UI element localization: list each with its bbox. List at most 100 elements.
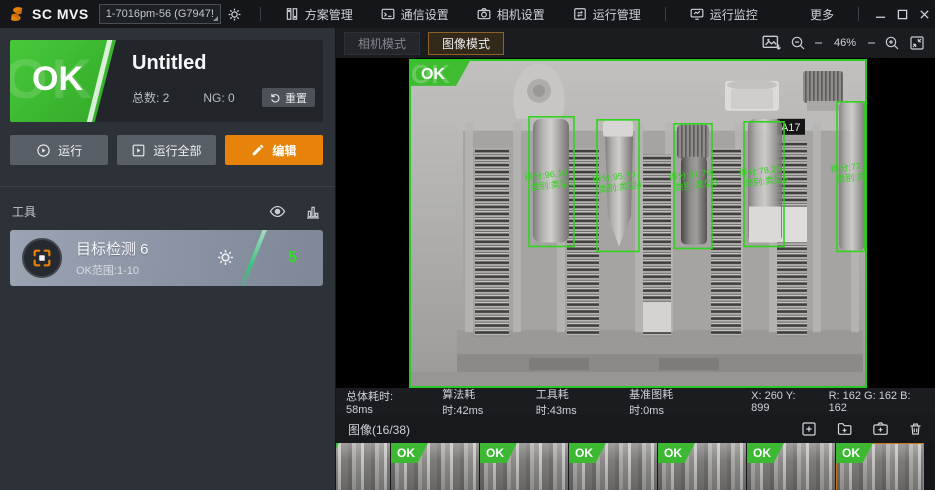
solution-title: Untitled	[132, 52, 206, 75]
tool-result-count: 5	[288, 249, 297, 267]
flag-slash	[85, 40, 114, 122]
tool-time: 工具耗时:43ms	[536, 386, 605, 418]
reference-time: 基准图耗时:0ms	[629, 386, 703, 418]
thumbnail-ok-badge: OK	[836, 443, 873, 463]
algorithm-time: 算法耗时:42ms	[442, 386, 511, 418]
menu-run-monitor[interactable]: 运行监控	[676, 0, 772, 28]
monitor-icon	[690, 7, 704, 21]
fit-to-window-icon[interactable]	[909, 35, 925, 51]
thumbnail[interactable]: OK	[336, 443, 390, 490]
more-button[interactable]: 更多	[796, 6, 848, 23]
tab-label: 图像模式	[442, 35, 490, 52]
tab-image-mode[interactable]: 图像模式	[428, 32, 504, 55]
zoom-level-value: 46%	[831, 37, 859, 49]
tube-rack: A17	[409, 119, 867, 388]
result-status: OK	[32, 60, 83, 99]
play-circle-icon	[36, 143, 51, 158]
gallery-title: 图像(16/38)	[348, 421, 410, 438]
cap-cup	[725, 80, 779, 111]
menu-label: 运行监控	[710, 6, 758, 23]
tool-icon-circle	[22, 238, 62, 278]
export-image-icon[interactable]	[762, 35, 781, 51]
thumbnail[interactable]: OK	[391, 443, 479, 490]
dropdown-corner-icon	[213, 16, 218, 21]
camera-icon	[477, 7, 491, 21]
run-all-button[interactable]: 运行全部	[117, 135, 215, 165]
total-count: 总数: 2	[132, 89, 169, 106]
edit-button[interactable]: 编辑	[225, 135, 323, 165]
run-button[interactable]: 运行	[10, 135, 108, 165]
minimize-button[interactable]	[869, 0, 891, 28]
app-logo: SC MVS	[0, 5, 99, 23]
target-detection-icon	[31, 247, 53, 269]
reset-label: 重置	[285, 90, 307, 106]
device-select[interactable]: 1-7016pm-56 (G7947!	[99, 4, 221, 24]
maximize-button[interactable]	[891, 0, 913, 28]
menu-run-management[interactable]: 运行管理	[559, 0, 655, 28]
zoom-out-icon[interactable]	[790, 35, 806, 51]
separator	[665, 7, 666, 21]
tool-settings-gear-icon[interactable]	[216, 248, 235, 267]
thumbnail-ok-badge: OK	[480, 443, 517, 463]
thumbnail[interactable]: OK	[569, 443, 657, 490]
tab-label: 相机模式	[358, 35, 406, 52]
statistics-histogram-icon[interactable]	[305, 204, 321, 220]
thumbnail-ok-badge: OK	[336, 443, 339, 463]
thumbnail[interactable]: OK	[480, 443, 568, 490]
run-management-icon	[573, 7, 587, 21]
top-bar: SC MVS 1-7016pm-56 (G7947! 方案管理 通信设置 相机设…	[0, 0, 935, 28]
menu-label: 相机设置	[497, 6, 545, 23]
tool-name: 目标检测 6	[76, 238, 149, 259]
reset-button[interactable]: 重置	[262, 88, 315, 107]
sidebar: OK OK Untitled 总数: 2 NG: 0 重置 运行	[0, 28, 335, 490]
badge-text: OK	[421, 66, 445, 83]
thumbnail-strip[interactable]: OK OK OK OK OK OK OK	[336, 443, 935, 490]
thumbnail[interactable]: OK	[747, 443, 835, 490]
thumbnail-ok-badge: OK	[747, 443, 784, 463]
gallery-header: 图像(16/38)	[336, 415, 935, 443]
pencil-icon	[251, 143, 265, 157]
menu-label: 运行管理	[593, 6, 641, 23]
result-card: OK OK Untitled 总数: 2 NG: 0 重置	[10, 40, 323, 122]
menu-label: 方案管理	[305, 6, 353, 23]
thumbnail[interactable]: OK	[658, 443, 746, 490]
thumbnail-selected[interactable]: OK	[836, 443, 924, 490]
viewer-area: 相机模式 图像模式 46%	[335, 28, 935, 490]
add-image-icon[interactable]	[801, 421, 817, 437]
device-settings-gear-icon[interactable]	[227, 7, 242, 22]
divider	[0, 186, 335, 187]
menu-camera-settings[interactable]: 相机设置	[463, 0, 559, 28]
menu-communication-settings[interactable]: 通信设置	[367, 0, 463, 28]
menu-label: 通信设置	[401, 6, 449, 23]
close-button[interactable]	[913, 0, 935, 28]
app-title: SC MVS	[32, 6, 89, 22]
thumbnail-ok-badge: OK	[391, 443, 428, 463]
play-square-icon	[131, 143, 146, 158]
overall-time: 总体耗时: 58ms	[346, 388, 418, 416]
terminal-icon	[381, 7, 395, 21]
image-canvas[interactable]: A17	[336, 58, 935, 388]
tab-camera-mode[interactable]: 相机模式	[344, 32, 420, 55]
tool-card-slash	[237, 230, 268, 286]
separator	[260, 7, 261, 21]
pixel-rgb-value: R: 162 G: 162 B: 162	[829, 390, 925, 414]
tool-item-target-detection[interactable]: 目标检测 6 OK范围:1-10 5	[10, 230, 323, 286]
edit-label: 编辑	[272, 142, 296, 159]
brand-s-icon	[8, 5, 26, 23]
run-all-label: 运行全部	[153, 142, 201, 159]
menu-solution-management[interactable]: 方案管理	[271, 0, 367, 28]
thumbnail-ok-badge: OK	[658, 443, 695, 463]
visibility-eye-icon[interactable]	[269, 203, 286, 220]
add-folder-icon[interactable]	[836, 421, 853, 437]
cursor-position: X: 260 Y: 899	[751, 390, 812, 414]
zoom-dash	[815, 42, 822, 44]
device-select-value: 1-7016pm-56 (G7947!	[106, 8, 214, 20]
tools-section-label: 工具	[12, 203, 36, 220]
delete-trash-icon[interactable]	[908, 421, 923, 437]
status-bar: 总体耗时: 58ms 算法耗时:42ms 工具耗时:43ms 基准图耗时:0ms…	[336, 388, 935, 415]
thumbnail-ok-badge: OK	[569, 443, 606, 463]
zoom-in-icon[interactable]	[884, 35, 900, 51]
add-camera-capture-icon[interactable]	[872, 421, 889, 437]
run-label: 运行	[58, 142, 82, 159]
separator	[858, 7, 859, 21]
